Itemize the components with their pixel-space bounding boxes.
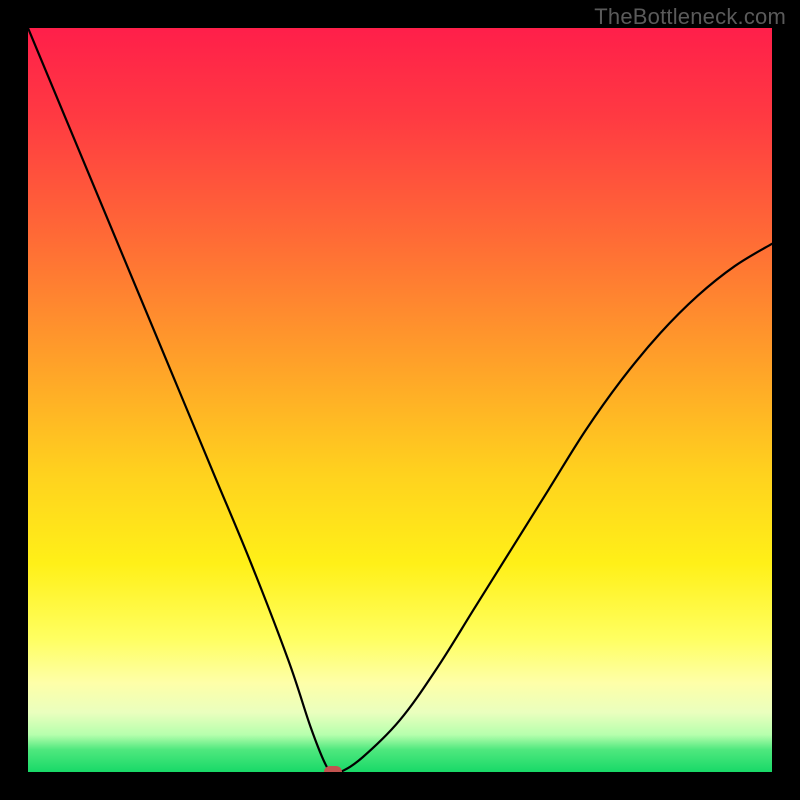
- minimum-marker: [324, 766, 342, 772]
- bottleneck-curve: [28, 28, 772, 772]
- plot-area: [28, 28, 772, 772]
- chart-frame: TheBottleneck.com: [0, 0, 800, 800]
- curve-path: [28, 28, 772, 772]
- watermark-text: TheBottleneck.com: [594, 4, 786, 30]
